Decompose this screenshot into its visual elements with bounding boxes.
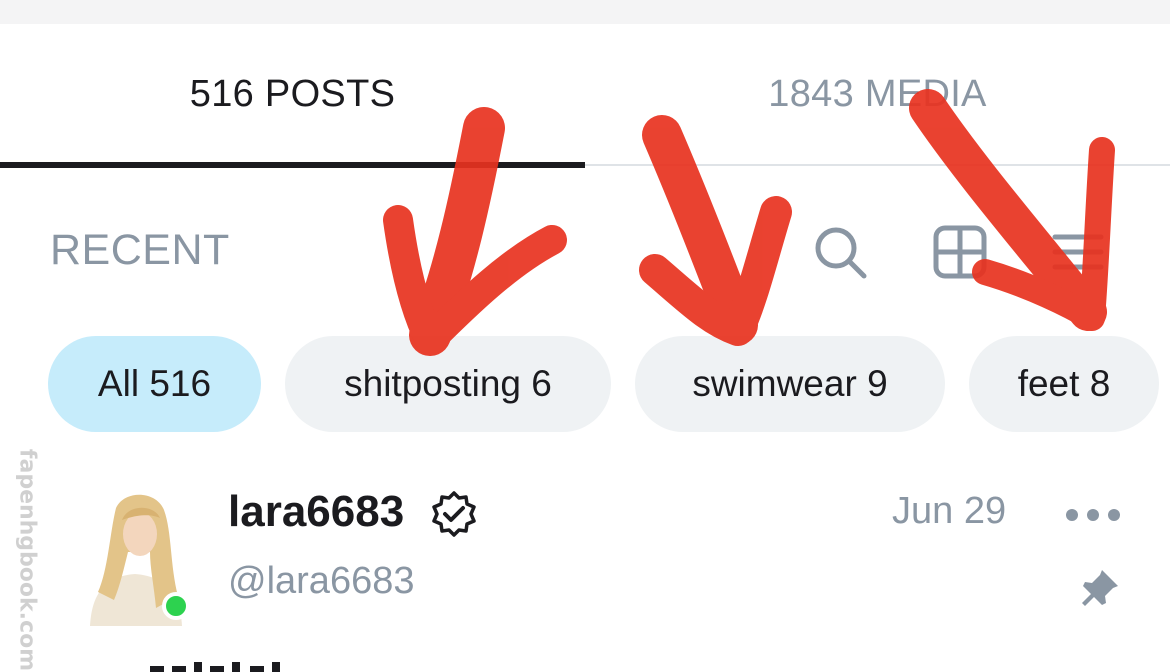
online-status-dot [162,592,190,620]
chip-feet[interactable]: feet 8 [969,336,1159,432]
section-title: RECENT [50,226,230,274]
author-name[interactable]: lara6683 [228,487,404,537]
post-date: Jun 29 [892,490,1007,532]
watermark: fapenhgbook.com [12,449,42,671]
tab-posts[interactable]: 516 POSTS [0,24,585,168]
more-options-icon[interactable] [1066,500,1120,530]
chip-shitposting[interactable]: shitposting 6 [285,336,611,432]
verified-badge-icon [430,490,478,538]
chip-all[interactable]: All 516 [48,336,261,432]
chip-swimwear[interactable]: swimwear 9 [635,336,945,432]
pin-icon [1078,566,1122,610]
watermark-text: fapenhgbook.com [14,448,40,672]
tab-divider [585,164,1170,166]
list-icon[interactable] [1048,222,1108,282]
post-text-peek [150,662,280,672]
profile-tabs: 516 POSTS 1843 MEDIA [0,24,1170,168]
top-strip [0,0,1170,24]
tab-media[interactable]: 1843 MEDIA [585,24,1170,168]
author-handle[interactable]: @lara6683 [228,560,414,603]
active-tab-indicator [0,162,585,168]
grid-icon[interactable] [930,222,990,282]
search-icon[interactable] [810,222,870,282]
filter-chips: All 516 shitposting 6 swimwear 9 feet 8 [0,336,1170,432]
